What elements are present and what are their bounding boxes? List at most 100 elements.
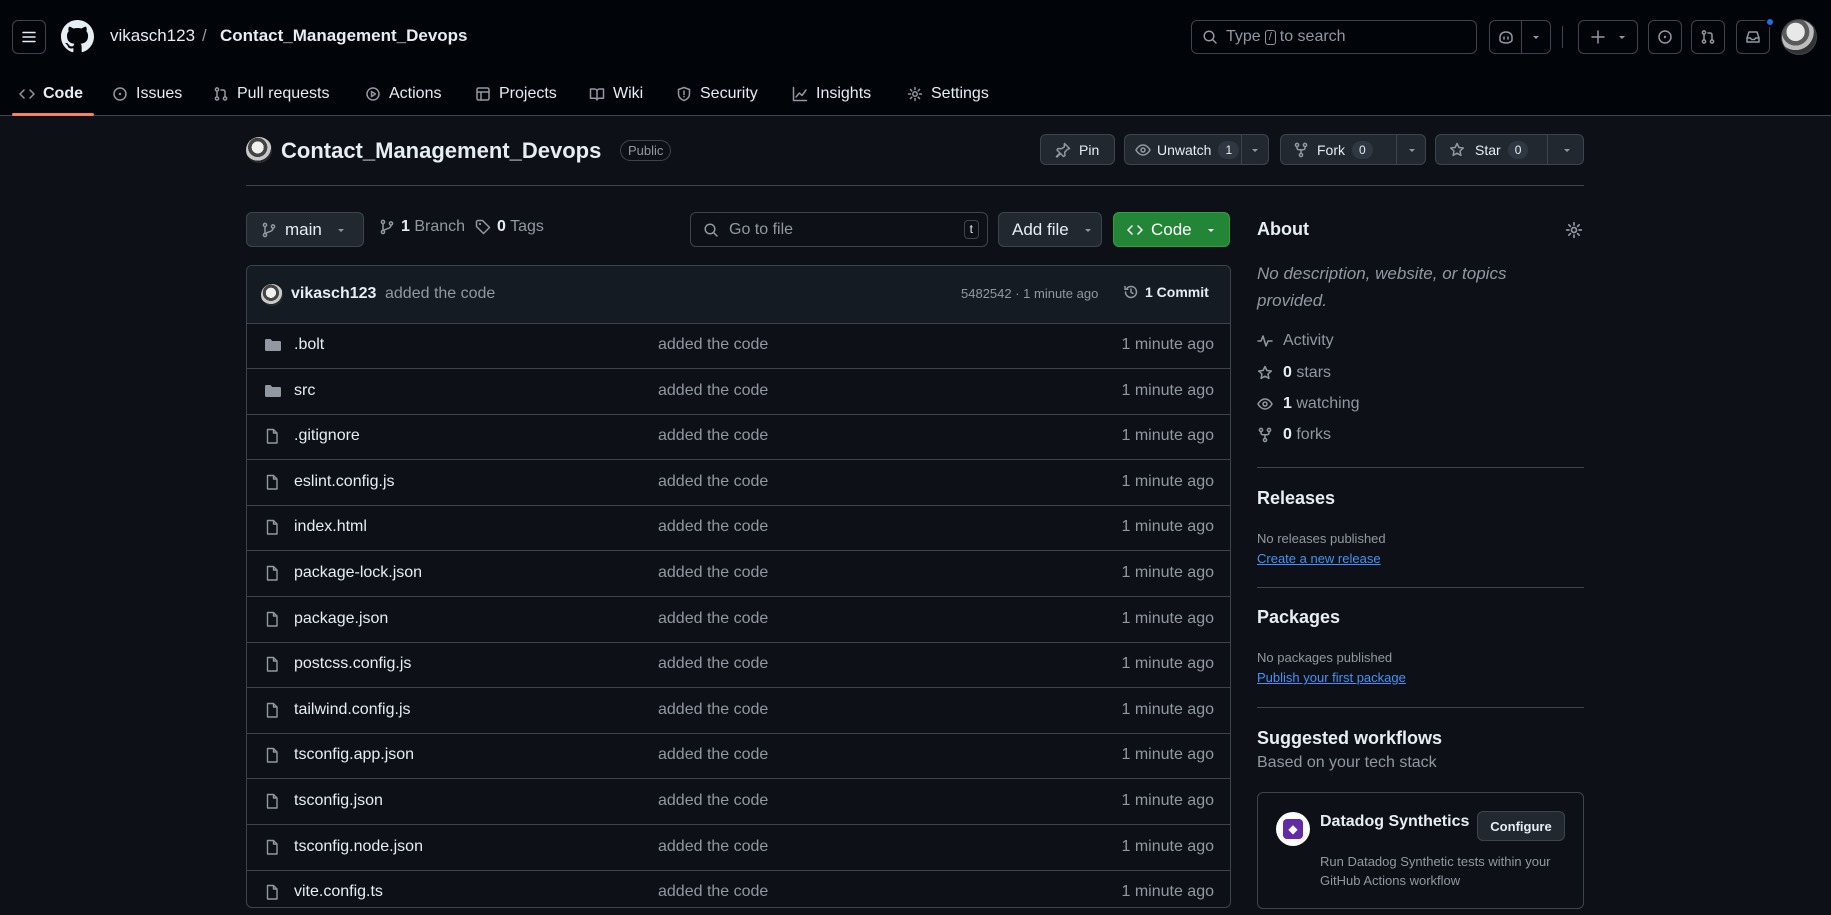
code-button[interactable]: Code bbox=[1113, 212, 1230, 247]
file-commit-message[interactable]: added the code bbox=[658, 336, 768, 354]
commit-history-link[interactable]: 1 Commit bbox=[1123, 284, 1209, 300]
file-commit-message[interactable]: added the code bbox=[658, 792, 768, 810]
file-commit-message[interactable]: added the code bbox=[658, 746, 768, 764]
repo-title[interactable]: Contact_Management_Devops bbox=[281, 137, 601, 165]
releases-heading[interactable]: Releases bbox=[1257, 488, 1335, 509]
repo-owner-avatar[interactable] bbox=[246, 137, 272, 163]
issues-shortcut-button[interactable] bbox=[1648, 20, 1682, 54]
activity-link[interactable]: Activity bbox=[1257, 332, 1334, 350]
create-release-link[interactable]: Create a new release bbox=[1257, 551, 1381, 566]
file-row[interactable]: package.json added the code 1 minute ago bbox=[247, 598, 1230, 643]
file-commit-message[interactable]: added the code bbox=[658, 838, 768, 856]
file-row[interactable]: tsconfig.json added the code 1 minute ago bbox=[247, 780, 1230, 825]
commit-author-avatar[interactable] bbox=[261, 284, 283, 306]
tab-security[interactable]: Security bbox=[676, 72, 758, 116]
file-name[interactable]: tsconfig.json bbox=[294, 792, 383, 810]
file-commit-message[interactable]: added the code bbox=[658, 427, 768, 445]
active-tab-indicator bbox=[12, 113, 94, 116]
file-commit-message[interactable]: added the code bbox=[658, 610, 768, 628]
file-row[interactable]: index.html added the code 1 minute ago bbox=[247, 506, 1230, 552]
file-icon bbox=[266, 656, 278, 672]
file-name[interactable]: tailwind.config.js bbox=[294, 701, 411, 719]
file-row[interactable]: tsconfig.node.json added the code 1 minute… bbox=[247, 826, 1230, 871]
packages-heading[interactable]: Packages bbox=[1257, 607, 1340, 628]
file-name[interactable]: tsconfig.node.json bbox=[294, 838, 423, 856]
file-commit-message[interactable]: added the code bbox=[658, 518, 768, 536]
file-commit-message[interactable]: added the code bbox=[658, 883, 768, 901]
file-name[interactable]: .bolt bbox=[294, 336, 324, 354]
tab-pull-requests[interactable]: Pull requests bbox=[213, 72, 330, 116]
file-row[interactable]: eslint.config.js added the code 1 minute a… bbox=[247, 461, 1230, 506]
file-commit-message[interactable]: added the code bbox=[658, 564, 768, 582]
tab-wiki[interactable]: Wiki bbox=[589, 72, 643, 116]
file-row[interactable]: vite.config.ts added the code 1 minute ago bbox=[247, 871, 1230, 907]
gear-icon[interactable] bbox=[1565, 221, 1583, 239]
commit-author[interactable]: vikasch123 bbox=[291, 285, 376, 303]
pull-requests-shortcut-button[interactable] bbox=[1691, 20, 1725, 54]
fork-button[interactable]: Fork 0 bbox=[1280, 134, 1426, 165]
configure-button[interactable]: Configure bbox=[1477, 811, 1565, 841]
star-button[interactable]: Star 0 bbox=[1435, 134, 1584, 165]
menu-button[interactable] bbox=[12, 20, 46, 54]
copilot-button[interactable] bbox=[1489, 20, 1551, 54]
file-commit-message[interactable]: added the code bbox=[658, 701, 768, 719]
file-name[interactable]: src bbox=[294, 382, 315, 400]
tags-link[interactable]: 0 Tags bbox=[475, 218, 544, 236]
file-icon bbox=[266, 565, 278, 581]
sidebar-divider bbox=[1257, 587, 1584, 588]
file-row[interactable]: tailwind.config.js added the code 1 minute… bbox=[247, 689, 1230, 734]
file-commit-message[interactable]: added the code bbox=[658, 473, 768, 491]
chevron-down-icon[interactable] bbox=[1407, 145, 1417, 155]
tab-issues[interactable]: Issues bbox=[112, 72, 182, 116]
user-avatar[interactable] bbox=[1781, 19, 1817, 55]
file-row[interactable]: .gitignore added the code 1 minute ago bbox=[247, 415, 1230, 461]
forks-link[interactable]: 0 forks bbox=[1257, 426, 1331, 444]
breadcrumb-owner[interactable]: vikasch123 bbox=[110, 25, 195, 47]
github-logo-icon[interactable] bbox=[61, 20, 94, 53]
file-name[interactable]: package.json bbox=[294, 610, 388, 628]
file-commit-message[interactable]: added the code bbox=[658, 382, 768, 400]
file-name[interactable]: .gitignore bbox=[294, 427, 360, 445]
history-icon bbox=[1124, 285, 1138, 299]
create-new-button[interactable] bbox=[1578, 20, 1638, 54]
commit-meta[interactable]: 5482542 · 1 minute ago bbox=[961, 286, 1098, 301]
tab-insights[interactable]: Insights bbox=[792, 72, 871, 116]
pin-button[interactable]: Pin bbox=[1040, 134, 1115, 165]
breadcrumb-repo[interactable]: Contact_Management_Devops bbox=[220, 25, 468, 47]
branch-count-label: Branch bbox=[414, 218, 466, 235]
file-name[interactable]: postcss.config.js bbox=[294, 655, 411, 673]
watch-button[interactable]: Unwatch 1 bbox=[1124, 134, 1269, 165]
file-row[interactable]: src added the code 1 minute ago bbox=[247, 370, 1230, 415]
go-to-file-input[interactable]: Go to file t bbox=[690, 212, 988, 247]
file-name[interactable]: index.html bbox=[294, 518, 367, 536]
global-search-input[interactable]: Type / to search bbox=[1191, 20, 1477, 54]
tab-label: Wiki bbox=[613, 85, 644, 102]
tab-code[interactable]: Code bbox=[19, 72, 83, 116]
inbox-button[interactable] bbox=[1736, 20, 1770, 54]
header-divider bbox=[246, 185, 1584, 186]
file-name[interactable]: vite.config.ts bbox=[294, 883, 383, 901]
file-row[interactable]: tsconfig.app.json added the code 1 minute … bbox=[247, 734, 1230, 780]
watching-link[interactable]: 1 watching bbox=[1257, 395, 1360, 413]
stars-link[interactable]: 0 stars bbox=[1257, 364, 1331, 382]
chevron-down-icon[interactable] bbox=[1250, 145, 1260, 155]
file-name[interactable]: eslint.config.js bbox=[294, 473, 395, 491]
tab-projects[interactable]: Projects bbox=[475, 72, 557, 116]
tab-settings[interactable]: Settings bbox=[907, 72, 989, 116]
file-name[interactable]: tsconfig.app.json bbox=[294, 746, 414, 764]
file-commit-time: 1 minute ago bbox=[1121, 609, 1214, 627]
chevron-down-icon[interactable] bbox=[1562, 145, 1572, 155]
publish-package-link[interactable]: Publish your first package bbox=[1257, 670, 1406, 685]
file-row[interactable]: postcss.config.js added the code 1 minute … bbox=[247, 643, 1230, 689]
commit-message[interactable]: added the code bbox=[385, 285, 495, 303]
file-row[interactable]: .bolt added the code 1 minute ago bbox=[247, 324, 1230, 369]
file-commit-message[interactable]: added the code bbox=[658, 655, 768, 673]
tab-actions[interactable]: Actions bbox=[365, 72, 441, 116]
chevron-down-icon bbox=[1533, 36, 1539, 39]
branches-link[interactable]: 1 Branch bbox=[379, 218, 465, 236]
file-row[interactable]: package-lock.json added the code 1 minute … bbox=[247, 552, 1230, 597]
branch-selector[interactable]: main bbox=[246, 212, 364, 247]
file-name[interactable]: package-lock.json bbox=[294, 564, 422, 582]
add-file-button[interactable]: Add file bbox=[998, 212, 1102, 247]
file-directory-icon bbox=[265, 339, 281, 351]
